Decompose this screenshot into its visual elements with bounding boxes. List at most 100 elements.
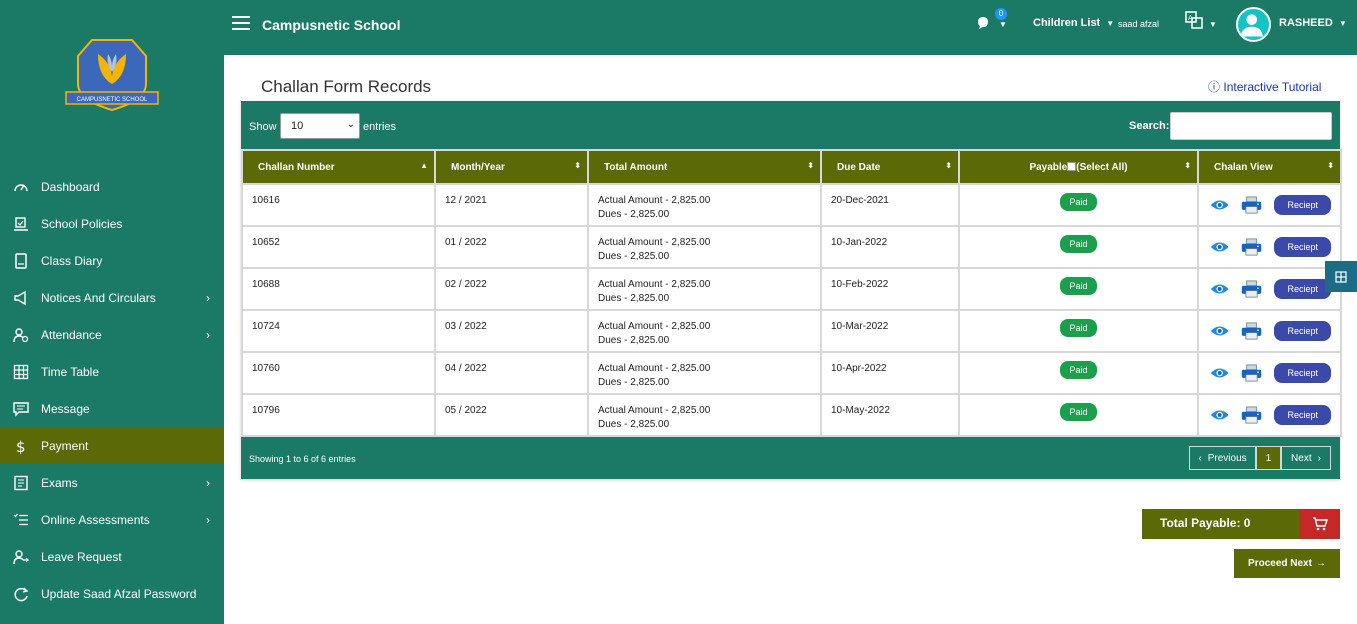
dues-amount: Dues - 2,825.00 (598, 209, 670, 220)
sidebar-item-notices-and-circulars[interactable]: Notices And Circulars › (0, 279, 224, 316)
sidebar-item-label: Time Table (41, 364, 100, 379)
sidebar-item-payment[interactable]: $ Payment (0, 427, 224, 464)
table-body: 10616 12 / 2021 Actual Amount - 2,825.00 Du… (241, 183, 1342, 437)
printer-icon[interactable] (1241, 236, 1262, 258)
eye-icon[interactable] (1210, 197, 1229, 213)
header-month-year[interactable]: Month/Year ⬍ (434, 149, 589, 185)
chalan-view-cell: Reciept (1197, 309, 1342, 353)
due-date-cell: 20-Dec-2021 (820, 183, 960, 227)
receipt-button[interactable]: Reciept (1274, 195, 1331, 215)
payable-cell: Paid (958, 393, 1199, 437)
table-row: 10796 05 / 2022 Actual Amount - 2,825.00 Du… (241, 393, 1342, 437)
chalan-view-cell: Reciept (1197, 267, 1342, 311)
school-logo[interactable]: CAMPUSNETIC SCHOOL (62, 34, 162, 114)
chalan-actions: Reciept (1208, 362, 1331, 384)
sidebar-item-dashboard[interactable]: Dashboard (0, 168, 224, 205)
sidebar-item-attendance[interactable]: Attendance › (0, 316, 224, 353)
month-year-cell: 02 / 2022 (434, 267, 589, 311)
chevron-down-icon: ⌄ (346, 119, 355, 130)
chalan-actions: Reciept (1208, 278, 1331, 300)
pagination: ‹ Previous 1 Next › (1189, 446, 1331, 470)
eye-icon[interactable] (1210, 407, 1229, 423)
payable-cell: Paid (958, 267, 1199, 311)
actual-amount: Actual Amount - 2,825.00 (598, 405, 711, 416)
sort-icon: ⬍ (1327, 161, 1334, 170)
header-chalan-view[interactable]: Chalan View ⬍ (1197, 149, 1342, 185)
eye-icon[interactable] (1210, 365, 1229, 381)
printer-icon[interactable] (1241, 362, 1262, 384)
sidebar-item-message[interactable]: Message (0, 390, 224, 427)
hamburger-menu-icon[interactable] (232, 16, 250, 32)
month-year-cell: 05 / 2022 (434, 393, 589, 437)
language-icon[interactable]: A (1185, 11, 1203, 29)
sidebar-item-online-assessments[interactable]: Online Assessments › (0, 501, 224, 538)
printer-icon[interactable] (1241, 404, 1262, 426)
proceed-next-button[interactable]: Proceed Next → (1234, 549, 1340, 578)
gauge-icon (13, 179, 29, 195)
status-badge: Paid (1060, 319, 1097, 337)
chevron-right-icon: › (1317, 452, 1321, 464)
challan-number-cell: 10796 (241, 393, 436, 437)
password-icon (13, 586, 29, 602)
side-panel-toggle[interactable] (1325, 261, 1357, 292)
receipt-button[interactable]: Reciept (1274, 237, 1331, 257)
sidebar-item-school-policies[interactable]: School Policies (0, 205, 224, 242)
chalan-view-cell: Reciept (1197, 183, 1342, 227)
header-label: Challan Number (258, 161, 335, 173)
status-badge: Paid (1060, 193, 1097, 211)
previous-page-button[interactable]: ‹ Previous (1189, 446, 1256, 470)
eye-icon[interactable] (1210, 323, 1229, 339)
actual-amount: Actual Amount - 2,825.00 (598, 195, 711, 206)
cart-button[interactable] (1299, 509, 1340, 539)
student-name[interactable]: saad afzal (1118, 19, 1159, 29)
page-size-select[interactable]: 10 ⌄ (280, 113, 360, 139)
header-payable[interactable]: Payable (Select All) ⬍ (958, 149, 1199, 185)
interactive-tutorial-link[interactable]: ⓘ Interactive Tutorial (1208, 78, 1321, 95)
table-row: 10688 02 / 2022 Actual Amount - 2,825.00 Du… (241, 267, 1342, 311)
policy-icon (13, 216, 29, 232)
printer-icon[interactable] (1241, 278, 1262, 300)
chalan-view-cell: Reciept (1197, 393, 1342, 437)
notification-caret-icon[interactable]: ▼ (999, 20, 1007, 29)
eye-icon[interactable] (1210, 239, 1229, 255)
page-number-button[interactable]: 1 (1256, 446, 1281, 470)
printer-icon[interactable] (1241, 320, 1262, 342)
arrow-right-icon: → (1315, 558, 1326, 569)
receipt-button[interactable]: Reciept (1274, 321, 1331, 341)
payable-cell: Paid (958, 309, 1199, 353)
children-list-dropdown[interactable]: Children List ▼ (1033, 17, 1114, 29)
user-avatar[interactable] (1236, 7, 1271, 42)
grid-icon (13, 364, 29, 380)
header-due-date[interactable]: Due Date ⬍ (820, 149, 960, 185)
children-list-label: Children List (1033, 17, 1101, 29)
sidebar-item-exams[interactable]: Exams › (0, 464, 224, 501)
sort-icon: ⬍ (945, 161, 952, 170)
leave-icon (13, 549, 29, 565)
search-input[interactable] (1170, 112, 1332, 140)
sidebar-item-leave-request[interactable]: Leave Request (0, 538, 224, 575)
sidebar-item-time-table[interactable]: Time Table (0, 353, 224, 390)
challan-records-panel: Show 10 ⌄ entries Search: Challan Number… (241, 101, 1342, 479)
table-row: 10616 12 / 2021 Actual Amount - 2,825.00 Du… (241, 183, 1342, 227)
receipt-button[interactable]: Reciept (1274, 279, 1331, 299)
printer-icon[interactable] (1241, 194, 1262, 216)
sidebar-item-update-saad-afzal-password[interactable]: Update Saad Afzal Password (0, 575, 224, 612)
header-total-amount[interactable]: Total Amount ⬍ (587, 149, 822, 185)
tutorial-label: Interactive Tutorial (1223, 80, 1322, 94)
chalan-actions: Reciept (1208, 404, 1331, 426)
svg-text:$: $ (16, 438, 26, 454)
sidebar-menu: Dashboard School Policies Class Diary Notic… (0, 168, 224, 612)
eye-icon[interactable] (1210, 281, 1229, 297)
receipt-button[interactable]: Reciept (1274, 363, 1331, 383)
receipt-button[interactable]: Reciept (1274, 405, 1331, 425)
chat-notification-icon[interactable] (975, 15, 991, 31)
actual-amount: Actual Amount - 2,825.00 (598, 279, 711, 290)
header-challan-number[interactable]: Challan Number ▲ (241, 149, 436, 185)
table-info: Showing 1 to 6 of 6 entries (249, 454, 356, 464)
user-menu[interactable]: RASHEED ▼ (1279, 17, 1347, 29)
language-caret-icon[interactable]: ▼ (1209, 20, 1217, 29)
next-label: Next (1291, 452, 1312, 464)
select-all-checkbox[interactable] (1067, 161, 1077, 171)
next-page-button[interactable]: Next › (1281, 446, 1331, 470)
sidebar-item-class-diary[interactable]: Class Diary (0, 242, 224, 279)
